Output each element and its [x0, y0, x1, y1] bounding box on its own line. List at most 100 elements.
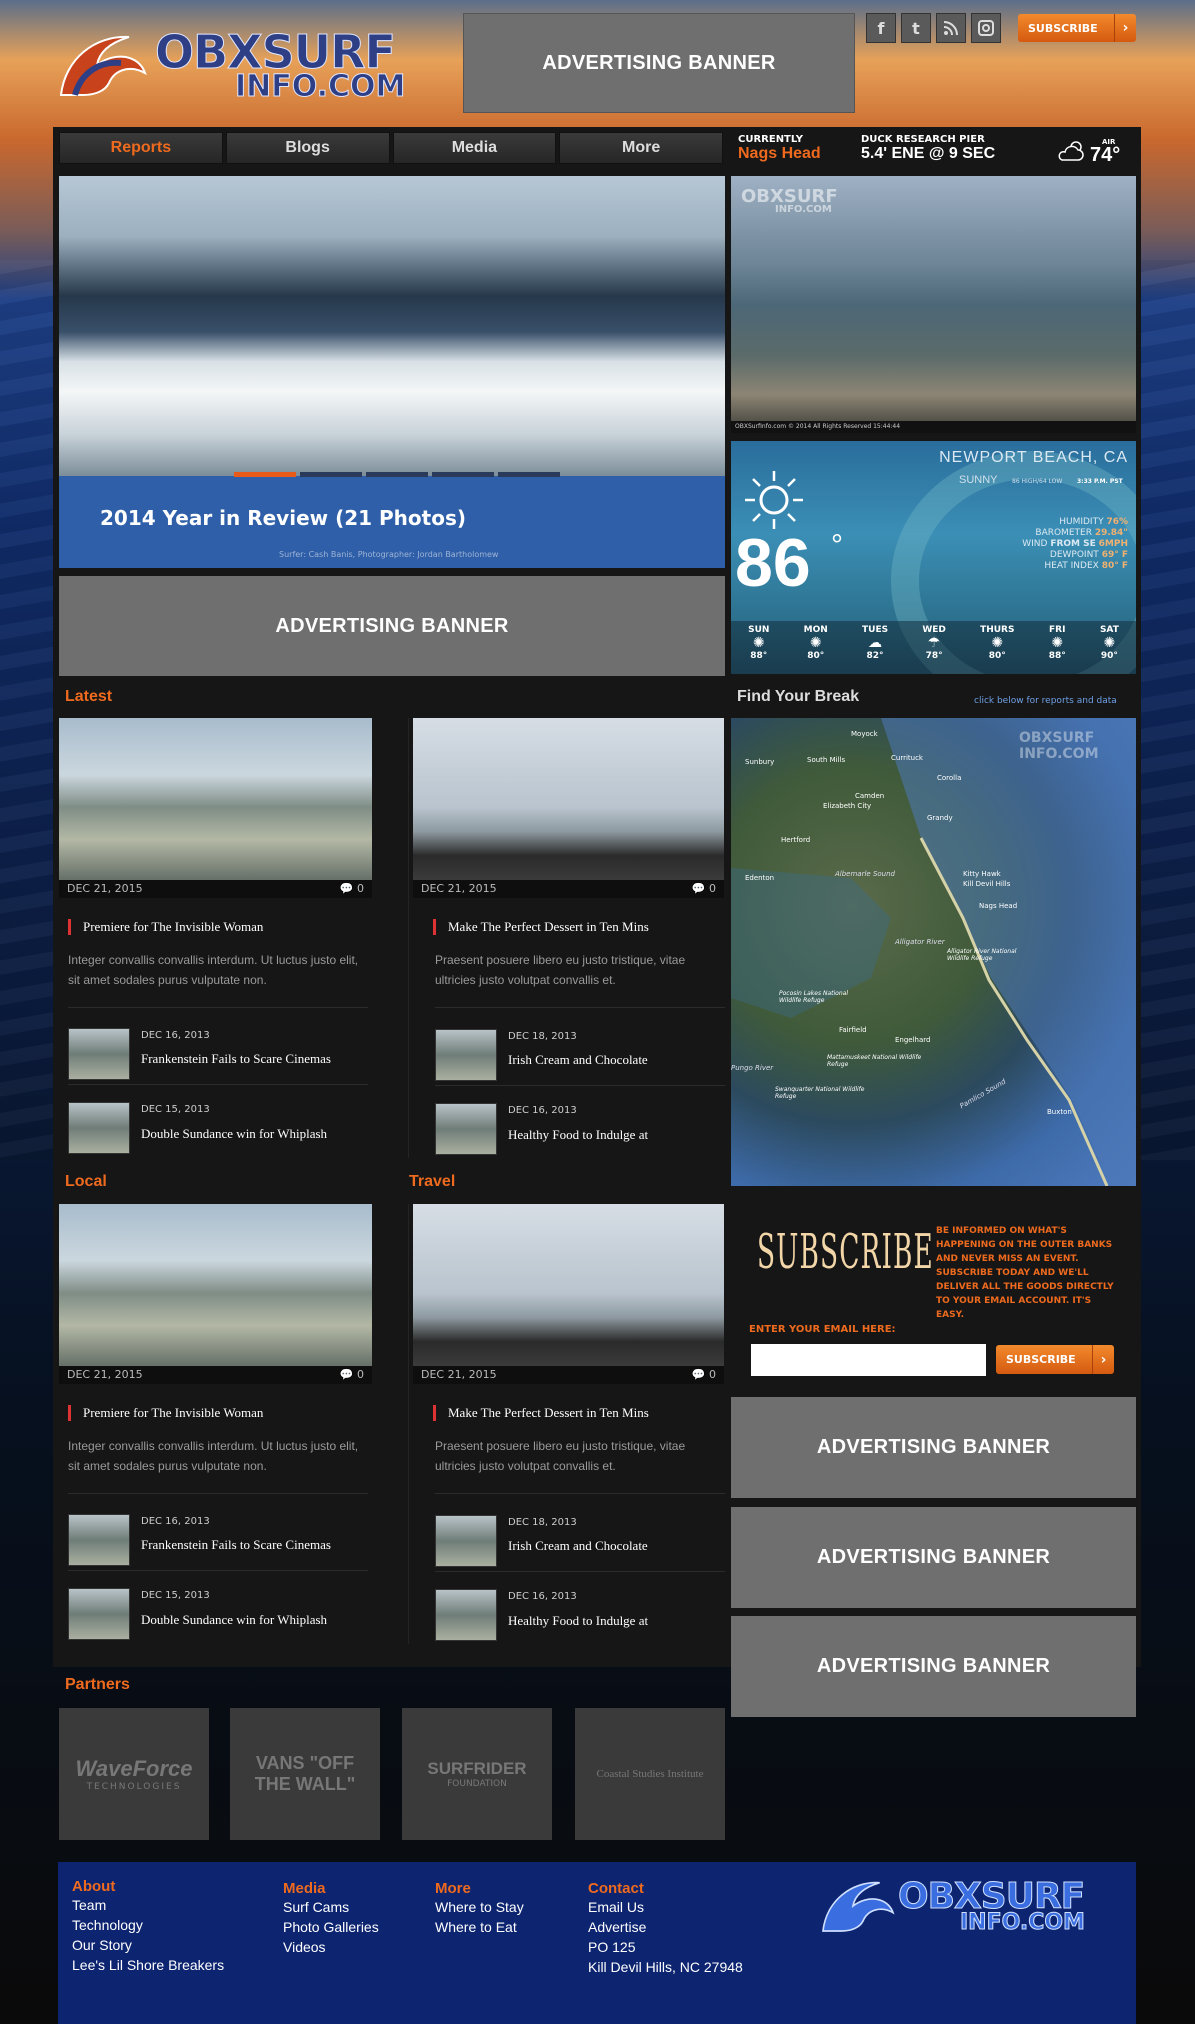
weather-widget[interactable]: NEWPORT BEACH, CA SUNNY 86 HIGH/64 LOW 3…: [731, 441, 1136, 674]
divider: [435, 1007, 725, 1008]
break-map[interactable]: OBXSURF INFO.COM Moyock Sunbury South Mi…: [731, 718, 1136, 1186]
mini-thumb[interactable]: [435, 1589, 497, 1641]
tab-media[interactable]: Media: [392, 132, 557, 164]
partner-logo-waveforce[interactable]: WaveForce TECHNOLOGIES: [59, 1708, 209, 1840]
mini-thumb[interactable]: [435, 1029, 497, 1081]
sidebar-ad-banner[interactable]: ADVERTISING BANNER: [731, 1397, 1136, 1498]
slide-dot[interactable]: [366, 472, 428, 477]
footer-link[interactable]: Our Story: [72, 1935, 224, 1955]
map-label: South Mills: [807, 756, 846, 764]
forecast-day: SAT ✺ 90°: [1100, 625, 1119, 674]
partner-logo-surfrider[interactable]: SURFRIDER FOUNDATION: [402, 1708, 552, 1840]
forecast-day-name: WED: [922, 625, 946, 635]
partner-logo-vans[interactable]: VANS "OFF THE WALL": [230, 1708, 380, 1840]
slide-dot[interactable]: [432, 472, 494, 477]
ad-label: ADVERTISING BANNER: [816, 1655, 1051, 1677]
article-card-right: DEC 21, 2015 💬 0 Make The Perfect Desser…: [408, 1204, 726, 1644]
footer-link[interactable]: Advertise: [588, 1917, 743, 1937]
hero-caption[interactable]: 2014 Year in Review (21 Photos): [100, 506, 466, 530]
footer-col-more: More Where to Stay Where to Eat: [435, 1880, 524, 1937]
footer-heading: More: [435, 1880, 471, 1897]
cam-timestamp: OBXSurfInfo.com © 2014 All Rights Reserv…: [731, 421, 1136, 433]
section-title-travel: Travel: [409, 1173, 456, 1190]
forecast-day-name: THURS: [980, 625, 1015, 635]
hero-slider[interactable]: 2014 Year in Review (21 Photos) Surfer: …: [59, 176, 725, 568]
map-label: Mattamuskeet National Wildlife Refuge: [827, 1054, 922, 1068]
mini-thumb[interactable]: [435, 1103, 497, 1155]
footer-logo[interactable]: OBXSURF INFO.COM: [818, 1876, 1118, 1946]
footer-link[interactable]: Surf Cams: [283, 1897, 379, 1917]
rss-icon[interactable]: [936, 13, 966, 43]
comment-count[interactable]: 💬 0: [692, 1368, 716, 1382]
footer-link[interactable]: Where to Stay: [435, 1897, 524, 1917]
footer-link[interactable]: Photo Galleries: [283, 1917, 379, 1937]
footer-link[interactable]: Videos: [283, 1937, 379, 1957]
logo-text-domain: INFO.COM: [234, 69, 406, 105]
slider-dots: [234, 472, 560, 477]
article-title[interactable]: Make The Perfect Dessert in Ten Mins: [433, 919, 649, 935]
mini-thumb[interactable]: [68, 1028, 130, 1080]
current-location[interactable]: Nags Head: [738, 145, 821, 163]
mini-title[interactable]: Irish Cream and Chocolate: [508, 1052, 670, 1068]
email-input[interactable]: [751, 1344, 986, 1376]
footer-link[interactable]: Where to Eat: [435, 1917, 524, 1937]
mini-title[interactable]: Healthy Food to Indulge at: [508, 1127, 670, 1143]
comment-icon: 💬: [691, 882, 706, 895]
mini-title[interactable]: Double Sundance win for Whiplash: [141, 1126, 371, 1142]
map-label: Albemarle Sound: [835, 870, 895, 878]
article-title[interactable]: Make The Perfect Dessert in Ten Mins: [433, 1405, 649, 1421]
mini-date: DEC 16, 2013: [141, 1516, 210, 1527]
mini-date: DEC 18, 2013: [508, 1517, 577, 1528]
find-break-hint: click below for reports and data: [974, 696, 1117, 706]
ad-label: ADVERTISING BANNER: [275, 614, 509, 637]
instagram-icon[interactable]: [971, 13, 1001, 43]
mini-thumb[interactable]: [68, 1102, 130, 1154]
mini-title[interactable]: Irish Cream and Chocolate: [508, 1538, 670, 1554]
mini-title[interactable]: Frankenstein Fails to Scare Cinemas: [141, 1051, 371, 1067]
dewpoint-value: 69° F: [1101, 550, 1128, 560]
tab-more[interactable]: More: [559, 132, 723, 164]
mini-thumb[interactable]: [68, 1588, 130, 1640]
tab-blogs[interactable]: Blogs: [225, 132, 390, 164]
map-label: Nags Head: [979, 902, 1018, 910]
surf-cam[interactable]: OBXSURF INFO.COM OBXSurfInfo.com © 2014 …: [731, 176, 1136, 433]
article-image[interactable]: [59, 1204, 372, 1366]
slide-dot[interactable]: [300, 472, 362, 477]
article-image[interactable]: [59, 718, 372, 880]
map-label: Currituck: [891, 754, 923, 762]
sidebar-ad-banner[interactable]: ADVERTISING BANNER: [731, 1507, 1136, 1608]
forecast-day: FRI ✺ 88°: [1049, 625, 1066, 674]
comment-count[interactable]: 💬 0: [692, 882, 716, 896]
slide-dot[interactable]: [498, 472, 560, 477]
mid-ad-banner[interactable]: ADVERTISING BANNER: [59, 576, 725, 676]
comment-count[interactable]: 💬 0: [340, 882, 364, 896]
footer-link[interactable]: Lee's Lil Shore Breakers: [72, 1955, 224, 1975]
mini-thumb[interactable]: [435, 1515, 497, 1567]
mini-thumb[interactable]: [68, 1514, 130, 1566]
twitter-icon[interactable]: t: [901, 13, 931, 43]
mini-title[interactable]: Healthy Food to Indulge at: [508, 1613, 670, 1629]
article-title[interactable]: Premiere for The Invisible Woman: [68, 919, 263, 935]
footer-link[interactable]: Email Us: [588, 1897, 743, 1917]
site-logo[interactable]: OBXSURF INFO.COM: [55, 25, 435, 105]
weather-hilo: 86 HIGH/64 LOW: [1012, 478, 1063, 485]
tab-reports[interactable]: Reports: [59, 132, 223, 164]
mini-title[interactable]: Frankenstein Fails to Scare Cinemas: [141, 1537, 371, 1553]
sidebar-ad-banner[interactable]: ADVERTISING BANNER: [731, 1616, 1136, 1717]
article-title[interactable]: Premiere for The Invisible Woman: [68, 1405, 263, 1421]
pier-label: DUCK RESEARCH PIER: [861, 134, 985, 145]
header-subscribe-button[interactable]: SUBSCRIBE ›: [1018, 14, 1136, 42]
article-image[interactable]: [413, 718, 724, 880]
facebook-icon[interactable]: f: [866, 13, 896, 43]
comment-count[interactable]: 💬 0: [340, 1368, 364, 1382]
mini-title[interactable]: Double Sundance win for Whiplash: [141, 1612, 371, 1628]
partner-logo-coastal-studies[interactable]: Coastal Studies Institute: [575, 1708, 725, 1840]
subscribe-button[interactable]: SUBSCRIBE ›: [996, 1345, 1114, 1374]
footer-address: PO 125: [588, 1939, 636, 1955]
header-ad-banner[interactable]: ADVERTISING BANNER: [463, 13, 855, 113]
article-image[interactable]: [413, 1204, 724, 1366]
slide-dot-active[interactable]: [234, 472, 296, 477]
comment-count-value: 0: [357, 1368, 364, 1381]
footer-link[interactable]: Technology: [72, 1915, 224, 1935]
footer-link[interactable]: Team: [72, 1895, 224, 1915]
